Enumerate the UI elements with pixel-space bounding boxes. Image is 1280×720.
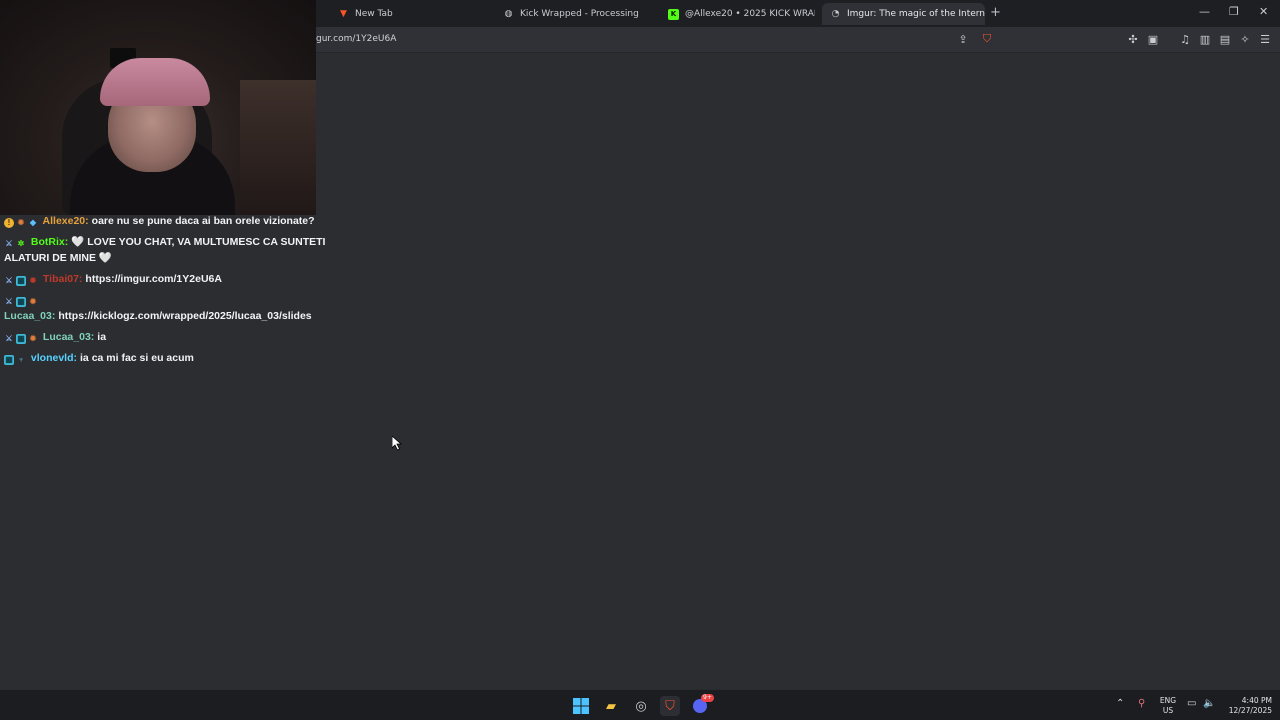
new-tab-plus-icon[interactable]: + (990, 5, 1001, 20)
chat-username[interactable]: vlonevld: (31, 352, 77, 364)
chat-username[interactable]: Lucaa_03: (4, 310, 55, 322)
screen: ▼ New Tab ◍ Kick Wrapped - Processing K … (0, 0, 1280, 720)
webcam-person-cap (100, 58, 210, 106)
bot-badge-icon: ✲ (17, 239, 25, 248)
sidebar-icon[interactable]: ▥ (1198, 32, 1212, 46)
microphone-icon[interactable]: ⚲ (1138, 698, 1145, 709)
language-indicator[interactable]: ENG US (1157, 696, 1179, 716)
chat-text: oare nu se pune daca ai ban orele vizion… (91, 215, 315, 227)
tab-search-icon[interactable]: ▣ (1146, 32, 1160, 46)
chat-text: ia ca mi fac si eu acum (80, 352, 194, 364)
kick-icon: K (668, 8, 679, 20)
tab-allexe-wrapped[interactable]: K @Allexe20 • 2025 KICK WRAPPED | K (660, 3, 815, 25)
chat-text: ia (97, 331, 107, 343)
globe-icon: ◍ (504, 9, 513, 19)
subscriber-badge-icon: ▦ (16, 276, 26, 286)
chat-message: ▦ ♆ vlonevld: ia ca mi fac si eu acum (4, 350, 344, 366)
volume-icon[interactable]: 🔈 (1203, 698, 1215, 709)
tab-new-tab[interactable]: ▼ New Tab (330, 3, 490, 25)
tab-label: New Tab (355, 9, 393, 19)
language-top: ENG (1159, 696, 1177, 705)
restore-icon[interactable]: ❐ (1229, 5, 1239, 18)
chat-link[interactable]: https://imgur.com/1Y2eU6A (85, 273, 222, 285)
url-field[interactable]: gur.com/1Y2eU6A (316, 34, 396, 44)
chat-message: ! ✹ ◆ Allexe20: oare nu se pune daca ai ban… (4, 213, 344, 229)
windows-start-icon[interactable] (571, 696, 591, 716)
minimize-icon[interactable]: — (1199, 5, 1210, 18)
tab-label: Kick Wrapped - Processing (520, 9, 639, 19)
clock-date: 12/27/2025 (1228, 706, 1272, 715)
discord-badge: 9+ (701, 694, 714, 702)
brave-taskbar-icon[interactable]: ⛉ (660, 696, 680, 716)
gift-badge-icon: ✹ (29, 276, 37, 285)
subscriber-badge-icon: ▦ (16, 297, 26, 307)
wallet-icon[interactable]: ▤ (1218, 32, 1232, 46)
warning-badge-icon: ! (4, 218, 14, 228)
verified-badge-icon: ♆ (18, 355, 24, 364)
cursor-arrow-icon (391, 435, 403, 451)
chat-username[interactable]: Allexe20: (43, 215, 89, 227)
tab-kick-wrapped[interactable]: ◍ Kick Wrapped - Processing (495, 3, 655, 25)
media-icon[interactable]: ♫ (1178, 32, 1192, 46)
chat-message: ⚔ ✲ BotRix: 🤍 LOVE YOU CHAT, VA MULTUMESC … (4, 234, 344, 266)
file-explorer-icon[interactable]: ▰ (601, 696, 621, 716)
share-icon[interactable]: ⇪ (956, 32, 970, 46)
subscriber-badge-icon: ▦ (4, 355, 14, 365)
extensions-icon[interactable]: ✣ (1126, 32, 1140, 46)
tab-imgur[interactable]: ◔ Imgur: The magic of the Internet ✕ (822, 3, 985, 25)
menu-icon[interactable]: ☰ (1258, 32, 1272, 46)
gem-badge-icon: ◆ (29, 218, 37, 227)
sword-badge-icon: ⚔ (5, 334, 13, 343)
chat-message: ⚔ ▦ ✹ Tibai07: https://imgur.com/1Y2eU6A (4, 271, 344, 287)
chat-username[interactable]: BotRix: (31, 236, 68, 248)
tab-label: @Allexe20 • 2025 KICK WRAPPED | K (685, 9, 815, 19)
leo-ai-icon[interactable]: ✧ (1238, 32, 1252, 46)
brave-shields-icon[interactable]: ⛉ (980, 32, 994, 46)
gift-badge-icon: ✹ (29, 334, 37, 343)
loading-icon: ◔ (831, 9, 840, 19)
discord-icon[interactable]: 9+ (690, 694, 714, 716)
gift-badge-icon: ✹ (17, 218, 25, 227)
tab-label: Imgur: The magic of the Internet (847, 9, 985, 19)
language-bottom: US (1162, 706, 1174, 715)
chat-username[interactable]: Lucaa_03: (43, 331, 94, 343)
chat-link[interactable]: https://kicklogz.com/wrapped/2025/lucaa_… (58, 310, 311, 322)
brave-icon: ▼ (340, 9, 347, 19)
gift-badge-icon: ✹ (29, 297, 37, 306)
tray-overflow-chevron-icon[interactable]: ⌃ (1116, 698, 1124, 709)
webcam-overlay (0, 0, 316, 215)
network-icon[interactable]: ▭ (1187, 698, 1196, 709)
sword-badge-icon: ⚔ (5, 276, 13, 285)
webcam-background-wall (240, 80, 316, 215)
subscriber-badge-icon: ▦ (16, 334, 26, 344)
obs-icon[interactable]: ◎ (631, 696, 651, 716)
chat-overlay: ! ✹ ◆ Allexe20: oare nu se pune daca ai ban… (4, 213, 344, 366)
clock[interactable]: 4:40 PM 12/27/2025 (1222, 696, 1272, 716)
chat-username[interactable]: Tibai07: (43, 273, 83, 285)
sword-badge-icon: ⚔ (5, 297, 13, 306)
close-window-icon[interactable]: ✕ (1259, 5, 1268, 18)
windows-logo-icon (573, 698, 589, 714)
chat-message: ⚔ ▦ ✹ Lucaa_03: https://kicklogz.com/wrappe… (4, 292, 344, 324)
taskbar: ▰ ◎ ⛉ 9+ ⌃ ⚲ ENG US ▭ 🔈 4:40 PM 12/27/20… (0, 689, 1280, 720)
clock-time: 4:40 PM (1241, 696, 1272, 705)
sword-badge-icon: ⚔ (5, 239, 13, 248)
chat-message: ⚔ ▦ ✹ Lucaa_03: ia (4, 329, 344, 345)
